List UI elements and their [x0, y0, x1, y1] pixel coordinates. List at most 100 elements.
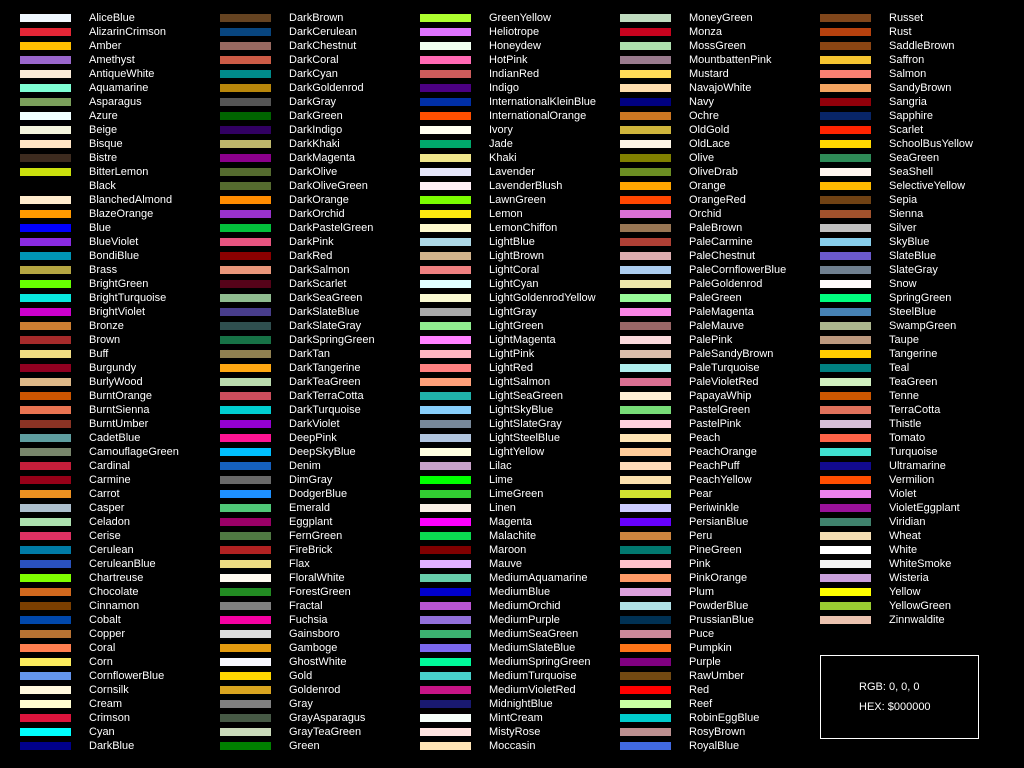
color-swatch[interactable] — [20, 112, 71, 120]
color-swatch[interactable] — [20, 42, 71, 50]
color-item[interactable]: PaleGreen — [620, 292, 820, 306]
color-swatch[interactable] — [820, 266, 871, 274]
color-item[interactable]: DarkOrange — [220, 194, 420, 208]
color-swatch[interactable] — [620, 112, 671, 120]
color-swatch[interactable] — [20, 70, 71, 78]
color-swatch[interactable] — [420, 448, 471, 456]
color-item[interactable]: DarkOlive — [220, 166, 420, 180]
color-swatch[interactable] — [20, 434, 71, 442]
color-swatch[interactable] — [620, 644, 671, 652]
color-swatch[interactable] — [820, 196, 871, 204]
color-item[interactable]: DimGray — [220, 474, 420, 488]
color-item[interactable]: Tangerine — [820, 348, 1020, 362]
color-item[interactable]: Salmon — [820, 68, 1020, 82]
color-item[interactable]: Buff — [20, 348, 220, 362]
color-item[interactable]: OliveDrab — [620, 166, 820, 180]
color-item[interactable]: SandyBrown — [820, 82, 1020, 96]
color-item[interactable]: DarkScarlet — [220, 278, 420, 292]
color-swatch[interactable] — [420, 616, 471, 624]
color-swatch[interactable] — [420, 154, 471, 162]
color-item[interactable]: Plum — [620, 586, 820, 600]
color-swatch[interactable] — [620, 294, 671, 302]
color-swatch[interactable] — [820, 210, 871, 218]
color-item[interactable]: FernGreen — [220, 530, 420, 544]
color-swatch[interactable] — [820, 126, 871, 134]
color-swatch[interactable] — [220, 154, 271, 162]
color-swatch[interactable] — [20, 658, 71, 666]
color-swatch[interactable] — [220, 742, 271, 750]
color-swatch[interactable] — [420, 14, 471, 22]
color-swatch[interactable] — [620, 84, 671, 92]
color-item[interactable]: TerraCotta — [820, 404, 1020, 418]
color-swatch[interactable] — [620, 462, 671, 470]
color-swatch[interactable] — [20, 182, 71, 190]
color-item[interactable]: DeepSkyBlue — [220, 446, 420, 460]
color-swatch[interactable] — [620, 14, 671, 22]
color-swatch[interactable] — [20, 322, 71, 330]
color-item[interactable]: Bronze — [20, 320, 220, 334]
color-swatch[interactable] — [20, 126, 71, 134]
color-swatch[interactable] — [620, 588, 671, 596]
color-item[interactable]: PowderBlue — [620, 600, 820, 614]
color-swatch[interactable] — [220, 406, 271, 414]
color-item[interactable]: LightSeaGreen — [420, 390, 620, 404]
color-swatch[interactable] — [220, 126, 271, 134]
color-item[interactable]: PeachPuff — [620, 460, 820, 474]
color-item[interactable]: Sepia — [820, 194, 1020, 208]
color-swatch[interactable] — [220, 350, 271, 358]
color-swatch[interactable] — [220, 546, 271, 554]
color-swatch[interactable] — [620, 154, 671, 162]
color-swatch[interactable] — [820, 238, 871, 246]
color-item[interactable]: SchoolBusYellow — [820, 138, 1020, 152]
color-item[interactable]: PaleSandyBrown — [620, 348, 820, 362]
color-swatch[interactable] — [220, 728, 271, 736]
color-swatch[interactable] — [820, 420, 871, 428]
color-item[interactable]: MidnightBlue — [420, 698, 620, 712]
color-swatch[interactable] — [420, 210, 471, 218]
color-item[interactable]: Red — [620, 684, 820, 698]
color-item[interactable]: Navy — [620, 96, 820, 110]
color-swatch[interactable] — [620, 518, 671, 526]
color-item[interactable]: MediumSlateBlue — [420, 642, 620, 656]
color-swatch[interactable] — [620, 378, 671, 386]
color-swatch[interactable] — [420, 364, 471, 372]
color-item[interactable]: DarkSalmon — [220, 264, 420, 278]
color-item[interactable]: Bisque — [20, 138, 220, 152]
color-item[interactable]: WhiteSmoke — [820, 558, 1020, 572]
color-swatch[interactable] — [820, 476, 871, 484]
color-swatch[interactable] — [820, 112, 871, 120]
color-item[interactable]: SkyBlue — [820, 236, 1020, 250]
color-item[interactable]: SlateBlue — [820, 250, 1020, 264]
color-item[interactable]: Pink — [620, 558, 820, 572]
color-swatch[interactable] — [420, 126, 471, 134]
color-item[interactable]: Malachite — [420, 530, 620, 544]
color-swatch[interactable] — [620, 602, 671, 610]
color-item[interactable]: Gold — [220, 670, 420, 684]
color-item[interactable]: Gamboge — [220, 642, 420, 656]
color-swatch[interactable] — [220, 28, 271, 36]
color-item[interactable]: DarkBrown — [220, 12, 420, 26]
color-item[interactable]: LightRed — [420, 362, 620, 376]
color-swatch[interactable] — [20, 252, 71, 260]
color-item[interactable]: Cerulean — [20, 544, 220, 558]
color-swatch[interactable] — [220, 490, 271, 498]
color-swatch[interactable] — [820, 70, 871, 78]
color-swatch[interactable] — [820, 308, 871, 316]
color-swatch[interactable] — [420, 630, 471, 638]
color-item[interactable]: BurntOrange — [20, 390, 220, 404]
color-item[interactable]: BurlyWood — [20, 376, 220, 390]
color-swatch[interactable] — [20, 714, 71, 722]
color-item[interactable]: Yellow — [820, 586, 1020, 600]
color-item[interactable]: Zinnwaldite — [820, 614, 1020, 628]
color-swatch[interactable] — [620, 98, 671, 106]
color-item[interactable]: FireBrick — [220, 544, 420, 558]
color-item[interactable]: DarkGreen — [220, 110, 420, 124]
color-swatch[interactable] — [20, 280, 71, 288]
color-swatch[interactable] — [20, 476, 71, 484]
color-swatch[interactable] — [420, 602, 471, 610]
color-swatch[interactable] — [820, 378, 871, 386]
color-item[interactable]: PaleGoldenrod — [620, 278, 820, 292]
color-item[interactable]: LightYellow — [420, 446, 620, 460]
color-swatch[interactable] — [620, 252, 671, 260]
color-swatch[interactable] — [420, 644, 471, 652]
